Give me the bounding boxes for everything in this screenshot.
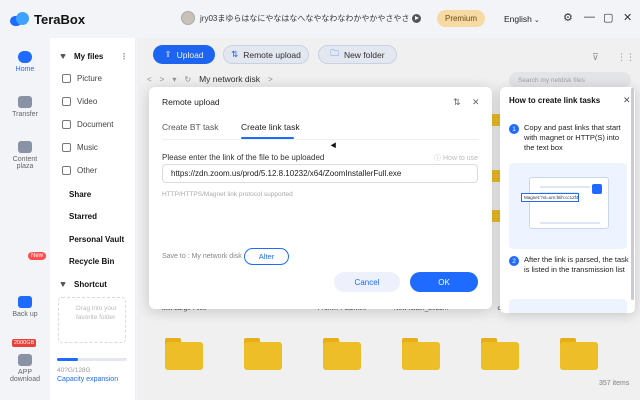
how-to-use-link[interactable]: ⓘ How to use bbox=[434, 153, 478, 163]
sidebar-item-my-files[interactable]: My files ⋮ bbox=[50, 46, 136, 66]
nav-content-label-1: Content bbox=[12, 156, 38, 163]
sidebar-item-label: Document bbox=[77, 119, 114, 129]
info-icon: ⓘ bbox=[434, 155, 441, 162]
storage-progress bbox=[57, 358, 127, 361]
nav-app-download[interactable]: APP download bbox=[0, 350, 50, 383]
new-badge: New bbox=[28, 252, 47, 260]
magnet-link-example: Magnet:?xt=urn:btih:cc12f41c06bba bbox=[521, 193, 579, 202]
nav-home-label: Home bbox=[15, 66, 35, 73]
help-title: How to create link tasks bbox=[509, 96, 601, 105]
app-logo[interactable]: TeraBox bbox=[10, 12, 85, 27]
nav-transfer[interactable]: Transfer bbox=[0, 96, 50, 118]
close-icon[interactable]: ✕ bbox=[623, 95, 631, 106]
tab-divider bbox=[162, 139, 479, 140]
storage-usage: 40?G/128G bbox=[57, 367, 91, 374]
sidebar-item-label: Music bbox=[77, 142, 98, 152]
resize-icon[interactable]: ⇅ bbox=[453, 97, 461, 108]
sidebar-item-picture[interactable]: Picture bbox=[50, 68, 136, 88]
terabox-logo-icon bbox=[10, 12, 30, 26]
close-icon[interactable]: ✕ bbox=[623, 11, 632, 24]
nav-backup[interactable]: Back up bbox=[0, 296, 50, 318]
help-panel: How to create link tasks ✕ 1 Copy and pa… bbox=[500, 87, 635, 313]
active-tab-indicator bbox=[241, 137, 294, 139]
sidebar-item-label: Picture bbox=[77, 73, 102, 83]
step-1-text: Copy and past links that start with magn… bbox=[524, 123, 621, 152]
step-1-illustration: Magnet:?xt=urn:btih:cc12f41c06bba bbox=[509, 163, 627, 249]
transfer-icon bbox=[18, 96, 32, 108]
save-to-label: Save to : My network disk bbox=[162, 253, 242, 260]
sidebar: My files ⋮ Picture Video Document Music … bbox=[50, 38, 136, 400]
alter-button[interactable]: Alter bbox=[244, 248, 289, 265]
app-name: TeraBox bbox=[34, 11, 86, 27]
nav-home[interactable]: Home bbox=[0, 51, 50, 73]
user-account[interactable]: jry03まゆらはなにやなはなへなやなわなわかやかやさやさ bbox=[181, 11, 422, 25]
monitor-illustration bbox=[529, 177, 609, 229]
tab-create-bt-task[interactable]: Create BT task bbox=[162, 122, 219, 132]
sidebar-item-label: Video bbox=[77, 96, 98, 106]
upload-icon bbox=[592, 184, 602, 194]
sidebar-item-share[interactable]: Share bbox=[50, 184, 136, 204]
dialog-title: Remote upload bbox=[162, 97, 220, 107]
link-input[interactable]: https://zdn.zoom.us/prod/5.12.8.10232/x6… bbox=[162, 164, 478, 183]
video-icon bbox=[62, 96, 71, 106]
avatar[interactable] bbox=[181, 11, 195, 25]
sidebar-item-label: Other bbox=[77, 165, 98, 175]
shortcut-drop-zone[interactable]: Drag into your favorite folder bbox=[58, 297, 126, 343]
nav-app-label-1: APP bbox=[17, 369, 32, 376]
step-1-badge: 1 bbox=[509, 124, 519, 134]
more-icon[interactable]: ⋮ bbox=[120, 52, 128, 61]
sidebar-item-shortcut[interactable]: Shortcut bbox=[50, 274, 136, 294]
document-icon bbox=[62, 119, 71, 129]
nav-content-plaza[interactable]: Content plaza bbox=[0, 141, 50, 170]
play-square-icon bbox=[18, 141, 32, 153]
protocol-hint: HTTP/HTTPS/Magnet link protocol supporte… bbox=[162, 191, 293, 198]
maximize-icon[interactable]: ▢ bbox=[603, 11, 613, 24]
nav-backup-label: Back up bbox=[12, 311, 38, 318]
language-select[interactable]: English ⌄ bbox=[504, 14, 540, 24]
picture-icon bbox=[62, 73, 71, 83]
close-icon[interactable]: ✕ bbox=[472, 97, 480, 108]
sidebar-item-label: Shortcut bbox=[74, 279, 107, 289]
ok-button[interactable]: OK bbox=[410, 272, 478, 292]
sidebar-item-starred[interactable]: Starred bbox=[50, 206, 136, 226]
link-prompt: Please enter the link of the file to be … bbox=[162, 153, 325, 162]
sidebar-item-other[interactable]: Other bbox=[50, 160, 136, 180]
language-label: English bbox=[504, 14, 532, 24]
username: jry03まゆらはなにやなはなへなやなわなわかやかやさやさ bbox=[200, 13, 410, 23]
storage-badge[interactable]: 2000GB bbox=[12, 339, 37, 347]
premium-button[interactable]: Premium bbox=[437, 10, 485, 27]
caret-down-icon bbox=[60, 53, 66, 59]
chevron-down-icon: ⌄ bbox=[533, 17, 540, 24]
step-2-illustration bbox=[509, 299, 627, 313]
title-bar: TeraBox jry03まゆらはなにやなはなへなやなわなわかやかやさやさ Pr… bbox=[0, 0, 640, 38]
sidebar-item-video[interactable]: Video bbox=[50, 91, 136, 111]
step-2-badge: 2 bbox=[509, 256, 519, 266]
capacity-expansion-link[interactable]: Capacity expansion bbox=[57, 376, 118, 383]
nav-app-label-2: download bbox=[10, 376, 40, 383]
step-2-text: After the link is parsed, the task is li… bbox=[524, 255, 629, 274]
sidebar-item-music[interactable]: Music bbox=[50, 137, 136, 157]
sidebar-item-document[interactable]: Document bbox=[50, 114, 136, 134]
nav-content-label-2: plaza bbox=[16, 163, 34, 170]
gear-icon[interactable]: ⚙ bbox=[563, 11, 573, 24]
remote-upload-dialog: Remote upload ⇅ ✕ Create BT task Create … bbox=[149, 87, 492, 309]
cancel-button[interactable]: Cancel bbox=[334, 272, 400, 292]
storage-progress-fill bbox=[57, 358, 78, 361]
how-to-use-label: How to use bbox=[443, 155, 479, 162]
tab-create-link-task[interactable]: Create link task bbox=[241, 122, 300, 132]
backup-icon bbox=[18, 296, 32, 308]
nav-transfer-label: Transfer bbox=[12, 111, 38, 118]
music-icon bbox=[62, 142, 71, 152]
other-icon bbox=[62, 165, 71, 175]
sidebar-item-label: My files bbox=[74, 51, 104, 61]
play-icon[interactable] bbox=[412, 13, 422, 23]
phone-icon bbox=[18, 354, 32, 366]
minimize-icon[interactable]: — bbox=[584, 11, 595, 23]
sidebar-item-personal-vault[interactable]: Personal Vault bbox=[50, 229, 136, 249]
cloud-icon bbox=[18, 51, 32, 63]
caret-down-icon bbox=[60, 281, 66, 287]
help-scrollbar[interactable] bbox=[631, 88, 634, 300]
sidebar-item-recycle-bin[interactable]: Recycle Bin bbox=[50, 251, 136, 271]
